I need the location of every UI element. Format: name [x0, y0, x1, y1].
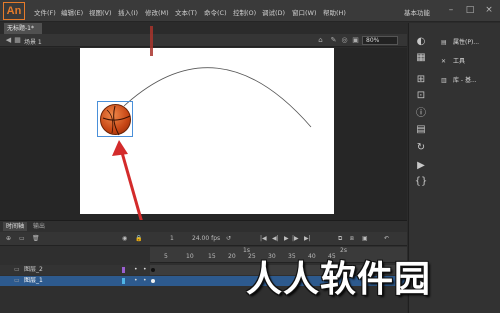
edit-multiple-icon[interactable]: ▣: [362, 235, 368, 242]
new-layer-icon[interactable]: ⊕: [6, 235, 11, 242]
tools-panel-tab[interactable]: ✕ 工具: [441, 55, 465, 69]
play-icon[interactable]: ▶: [284, 235, 289, 242]
code-snippets-icon[interactable]: {}: [414, 175, 428, 189]
tab-output[interactable]: 输出: [30, 222, 48, 231]
transform-icon[interactable]: ⊡: [414, 89, 428, 103]
lock-dot[interactable]: •: [143, 265, 147, 275]
visibility-dot[interactable]: •: [134, 276, 138, 286]
layer-color-swatch[interactable]: [122, 278, 125, 284]
properties-panel-tab[interactable]: ▤ 属性(P)...: [441, 36, 479, 50]
onion-skin-icon[interactable]: ⧉: [338, 235, 342, 243]
layer-name[interactable]: 图层_2: [24, 265, 43, 275]
annotation-arrow-head: [112, 140, 128, 156]
motion-presets-icon[interactable]: ▶: [414, 159, 428, 173]
info-icon[interactable]: ⓘ: [414, 107, 428, 121]
visibility-dot[interactable]: •: [134, 265, 138, 275]
first-frame-icon[interactable]: |◀: [260, 235, 267, 242]
fps-readout[interactable]: 24.00 fps: [192, 235, 220, 242]
layer-color-swatch[interactable]: [122, 267, 125, 273]
ruler-label: 20: [228, 253, 236, 260]
current-frame[interactable]: 1: [170, 235, 174, 242]
lock-all-icon[interactable]: 🔒: [135, 235, 142, 242]
ruler-label: 5: [164, 253, 168, 260]
next-frame-icon[interactable]: |▶: [292, 235, 299, 242]
layer-icon: ▭: [14, 277, 20, 284]
library-panel-tab[interactable]: ▥ 库 - 基...: [441, 74, 477, 88]
undo-icon[interactable]: ↶: [384, 235, 389, 242]
properties-icon: ▤: [441, 39, 447, 46]
ruler-label: 10: [186, 253, 194, 260]
layer-icon: ▭: [14, 266, 20, 273]
basketball-seams: [102, 105, 131, 136]
motion-path[interactable]: [123, 67, 312, 128]
history-icon[interactable]: ↻: [414, 141, 428, 155]
new-folder-icon[interactable]: ▭: [19, 235, 25, 242]
timeline-toolbar: ⊕ ▭ 🗑 ◉ 🔒 1 24.00 fps ↺ |◀ ◀| ▶ |▶ ▶| ⧉ …: [0, 232, 407, 246]
keyframe[interactable]: [151, 268, 155, 272]
onion-outline-icon[interactable]: ⧈: [350, 235, 354, 243]
prev-frame-icon[interactable]: ◀|: [272, 235, 279, 242]
color-panel-icon[interactable]: ◐: [414, 35, 428, 49]
basketball-image[interactable]: [100, 104, 131, 136]
loop-icon[interactable]: ↺: [226, 235, 231, 242]
library-icon: ▥: [441, 77, 447, 84]
last-frame-icon[interactable]: ▶|: [304, 235, 311, 242]
keyframe[interactable]: [151, 279, 155, 283]
components-icon[interactable]: ▤: [414, 123, 428, 137]
watermark-text: 人人软件园: [246, 259, 432, 300]
playhead[interactable]: [150, 26, 153, 56]
align-icon[interactable]: ⊞: [414, 73, 428, 87]
delete-layer-icon[interactable]: 🗑: [32, 235, 40, 242]
tools-icon: ✕: [441, 58, 447, 65]
lock-dot[interactable]: •: [143, 276, 147, 286]
ruler-label: 15: [208, 253, 216, 260]
tab-timeline[interactable]: 时间轴: [3, 222, 28, 231]
swatches-icon[interactable]: ▦: [414, 51, 428, 65]
show-all-icon[interactable]: ◉: [122, 235, 127, 242]
layer-name[interactable]: 图层_1: [24, 276, 43, 286]
